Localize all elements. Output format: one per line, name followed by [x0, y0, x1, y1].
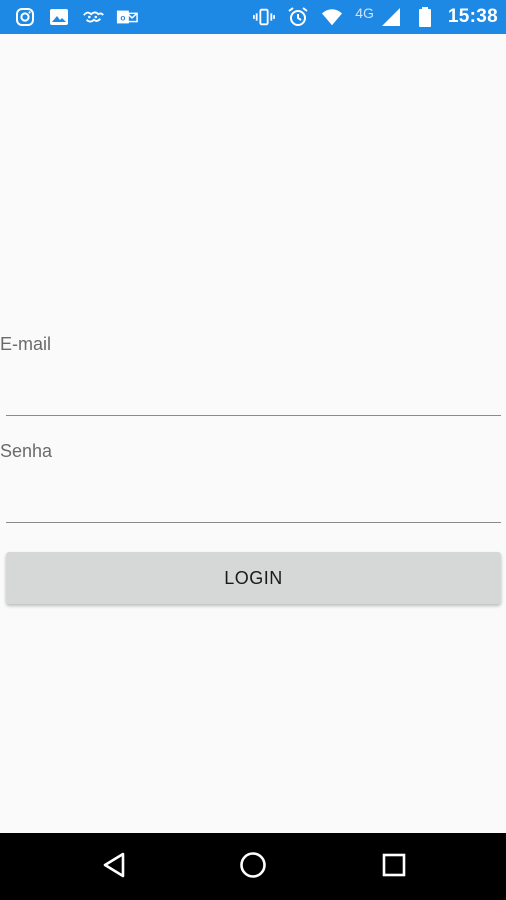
back-button[interactable]: [94, 847, 134, 887]
app-icon: [82, 6, 104, 28]
login-screen: o 4G 15:38 E-mail Senha LOGIN: [0, 0, 506, 900]
wifi-icon: [321, 6, 343, 28]
recents-icon: [381, 852, 407, 883]
email-field[interactable]: [6, 380, 501, 416]
login-button[interactable]: LOGIN: [6, 552, 501, 604]
network-type-label: 4G: [355, 5, 374, 21]
signal-icon: [380, 6, 402, 28]
battery-icon: [414, 6, 436, 28]
status-clock: 15:38: [447, 6, 498, 27]
alarm-icon: [287, 6, 309, 28]
home-button[interactable]: [233, 847, 273, 887]
gallery-icon: [48, 6, 70, 28]
password-field[interactable]: [6, 487, 501, 523]
system-icons: 4G 15:38: [253, 5, 498, 28]
home-icon: [238, 850, 268, 885]
svg-text:o: o: [120, 14, 125, 23]
notification-icons: o: [14, 6, 138, 28]
email-label: E-mail: [0, 334, 52, 354]
vibrate-icon: [253, 6, 276, 28]
status-bar: o 4G 15:38: [0, 0, 506, 34]
outlook-icon: o: [116, 6, 138, 28]
recents-button[interactable]: [374, 847, 414, 887]
navigation-bar: [0, 833, 506, 900]
instagram-icon: [14, 6, 36, 28]
back-icon: [101, 851, 127, 884]
password-label: Senha: [0, 441, 53, 461]
